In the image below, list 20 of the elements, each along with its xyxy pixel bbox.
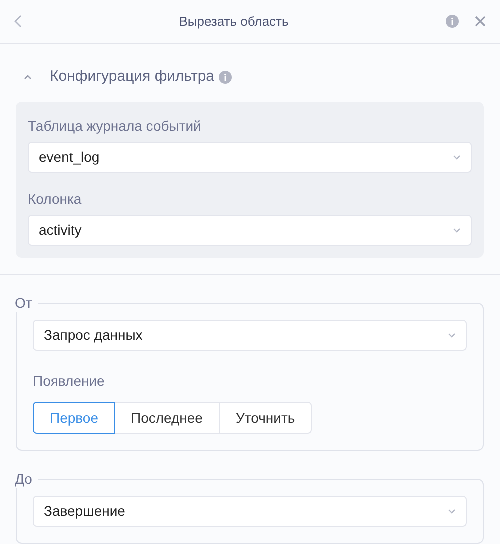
section-title[interactable]: Конфигурация фильтра [50,66,215,88]
dropdown[interactable]: event_log [28,142,472,173]
option-button[interactable]: Последнее [114,402,220,434]
field-label: Таблица журнала событий [28,117,202,136]
info-icon[interactable] [446,15,459,28]
option-button[interactable]: Уточнить [218,402,312,434]
field-label: Колонка [28,190,83,209]
caret-icon[interactable] [24,74,32,80]
dropdown[interactable]: activity [28,215,472,246]
chevron-down-icon [453,228,461,233]
close-icon[interactable] [474,16,486,27]
chevron-down-icon [453,155,461,160]
info-icon[interactable] [218,70,232,84]
dropdown[interactable]: Завершение [33,496,467,527]
window-title: Вырезать область [179,12,289,31]
chevron-down-icon [448,509,456,514]
dropdown[interactable]: Запрос данных [33,320,467,351]
chevron-down-icon [448,333,456,338]
field-label: Появление [33,372,106,391]
back-icon[interactable] [14,15,22,28]
